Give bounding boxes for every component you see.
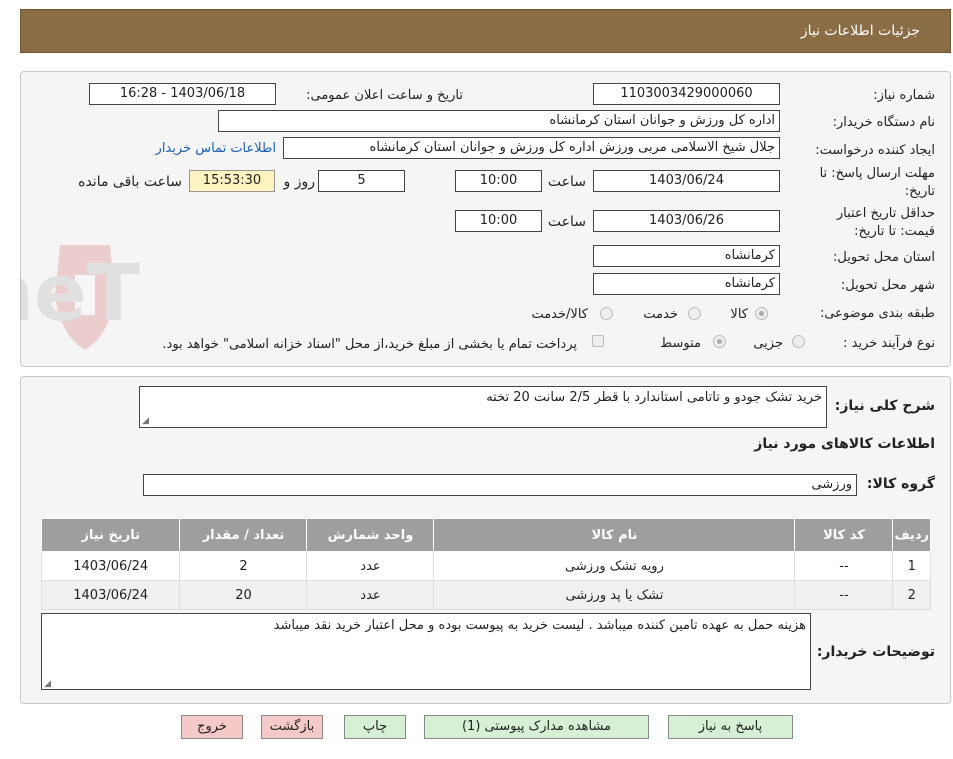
buyer-org-label: نام دستگاه خریدار: bbox=[832, 115, 935, 130]
row-cell: 1403/06/24 bbox=[40, 580, 181, 610]
row-cell: تشک یا پد ورزشی bbox=[433, 580, 796, 610]
deadline-date-field: 1403/06/24 bbox=[593, 170, 780, 192]
city-label: شهر محل تحویل: bbox=[840, 278, 935, 293]
col-code-header: کد کالا bbox=[794, 518, 894, 552]
category-radio-goods-service[interactable] bbox=[600, 307, 613, 320]
row-cell: 2 bbox=[892, 580, 931, 610]
category-radio-service[interactable] bbox=[688, 307, 701, 320]
need-number-label: شماره نیاز: bbox=[873, 88, 935, 103]
col-name-header: نام کالا bbox=[433, 518, 796, 552]
notes-resize-icon[interactable]: ◢ bbox=[43, 680, 51, 689]
row-cell: -- bbox=[794, 551, 894, 581]
province-label: استان محل تحویل: bbox=[833, 250, 935, 265]
col-row-header: ردیف bbox=[892, 518, 931, 552]
process-option-medium: متوسط bbox=[660, 336, 701, 351]
process-option-minor: جزیی bbox=[753, 336, 783, 351]
table-header-row: ردیف کد کالا نام کالا واحد شمارش تعداد /… bbox=[40, 518, 931, 552]
row-cell: 1403/06/24 bbox=[40, 551, 181, 581]
table-row: 1 -- رویه تشک ورزشی عدد 2 1403/06/24 bbox=[40, 551, 931, 581]
validity-label: حداقل تاریخ اعتبار bbox=[836, 206, 935, 221]
attachments-button[interactable]: مشاهده مدارک پیوستی (1) bbox=[424, 715, 649, 739]
summary-resize-icon[interactable]: ◢ bbox=[141, 417, 149, 426]
need-number-field: 1103003429000060 bbox=[593, 83, 780, 105]
treasury-payment-note: پرداخت تمام یا بخشی از مبلغ خرید،از محل … bbox=[162, 337, 577, 352]
summary-field: خرید تشک جودو و تاتامی استاندارد با قطر … bbox=[139, 386, 827, 428]
deadline-label: مهلت ارسال پاسخ: تا bbox=[819, 166, 935, 181]
category-radio-goods[interactable] bbox=[755, 307, 768, 320]
col-qty-header: تعداد / مقدار bbox=[179, 518, 308, 552]
table-row: 2 -- تشک یا پد ورزشی عدد 20 1403/06/24 bbox=[40, 580, 931, 610]
row-cell: عدد bbox=[306, 551, 435, 581]
row-cell: عدد bbox=[306, 580, 435, 610]
category-option-goods-service: کالا/خدمت bbox=[531, 307, 588, 322]
creator-label: ایجاد کننده درخواست: bbox=[815, 143, 935, 158]
announce-label: تاریخ و ساعت اعلان عمومی: bbox=[306, 88, 463, 103]
deadline-label-date: تاریخ: bbox=[904, 184, 935, 199]
row-cell: -- bbox=[794, 580, 894, 610]
buyer-notes-field: هزینه حمل به عهده تامین کننده میباشد . ل… bbox=[41, 613, 811, 690]
process-radio-medium[interactable] bbox=[713, 335, 726, 348]
announce-field: 1403/06/18 - 16:28 bbox=[89, 83, 276, 105]
category-option-service: خدمت bbox=[643, 307, 678, 322]
process-radio-minor[interactable] bbox=[792, 335, 805, 348]
validity-date-field: 1403/06/26 bbox=[593, 210, 780, 232]
category-option-goods: کالا bbox=[730, 307, 748, 322]
city-field: کرمانشاه bbox=[593, 273, 780, 295]
validity-label-date: قیمت: تا تاریخ: bbox=[854, 224, 935, 239]
days-field: 5 bbox=[318, 170, 405, 192]
remaining-label: ساعت باقی مانده bbox=[78, 174, 182, 190]
summary-label: شرح کلی نیاز: bbox=[834, 398, 935, 414]
goods-info-title: اطلاعات کالاهای مورد نیاز bbox=[754, 436, 935, 452]
print-button[interactable]: چاپ bbox=[344, 715, 406, 739]
days-label: روز و bbox=[283, 174, 316, 190]
row-cell: 2 bbox=[179, 551, 308, 581]
back-button[interactable]: بازگشت bbox=[261, 715, 323, 739]
deadline-time-field: 10:00 bbox=[455, 170, 542, 192]
goods-group-field: ورزشی bbox=[143, 474, 857, 496]
row-cell: 20 bbox=[179, 580, 308, 610]
category-label: طبقه بندی موضوعی: bbox=[819, 306, 935, 321]
province-field: کرمانشاه bbox=[593, 245, 780, 267]
buyer-org-field: اداره کل ورزش و جوانان استان کرمانشاه bbox=[218, 110, 780, 132]
row-cell: رویه تشک ورزشی bbox=[433, 551, 796, 581]
buyer-notes-label: توضیحات خریدار: bbox=[816, 644, 935, 660]
exit-button[interactable]: خروج bbox=[181, 715, 243, 739]
process-label: نوع فرآیند خرید : bbox=[843, 336, 935, 351]
treasury-payment-checkbox[interactable] bbox=[592, 335, 604, 347]
deadline-time-label: ساعت bbox=[547, 174, 586, 190]
reply-button[interactable]: پاسخ به نیاز bbox=[668, 715, 793, 739]
row-cell: 1 bbox=[892, 551, 931, 581]
goods-group-label: گروه کالا: bbox=[866, 476, 935, 492]
page-header: جزئیات اطلاعات نیاز bbox=[20, 9, 951, 53]
remaining-time-field: 15:53:30 bbox=[189, 170, 275, 192]
col-date-header: تاریخ نیاز bbox=[40, 518, 181, 552]
validity-time-label: ساعت bbox=[547, 214, 586, 230]
creator-field: جلال شیخ الاسلامی مربی ورزش اداره کل ورز… bbox=[283, 137, 780, 159]
items-table: ردیف کد کالا نام کالا واحد شمارش تعداد /… bbox=[40, 518, 931, 610]
page-title: جزئیات اطلاعات نیاز bbox=[800, 23, 920, 39]
buyer-contact-link[interactable]: اطلاعات تماس خریدار bbox=[156, 141, 276, 156]
validity-time-field: 10:00 bbox=[455, 210, 542, 232]
col-unit-header: واحد شمارش bbox=[306, 518, 435, 552]
